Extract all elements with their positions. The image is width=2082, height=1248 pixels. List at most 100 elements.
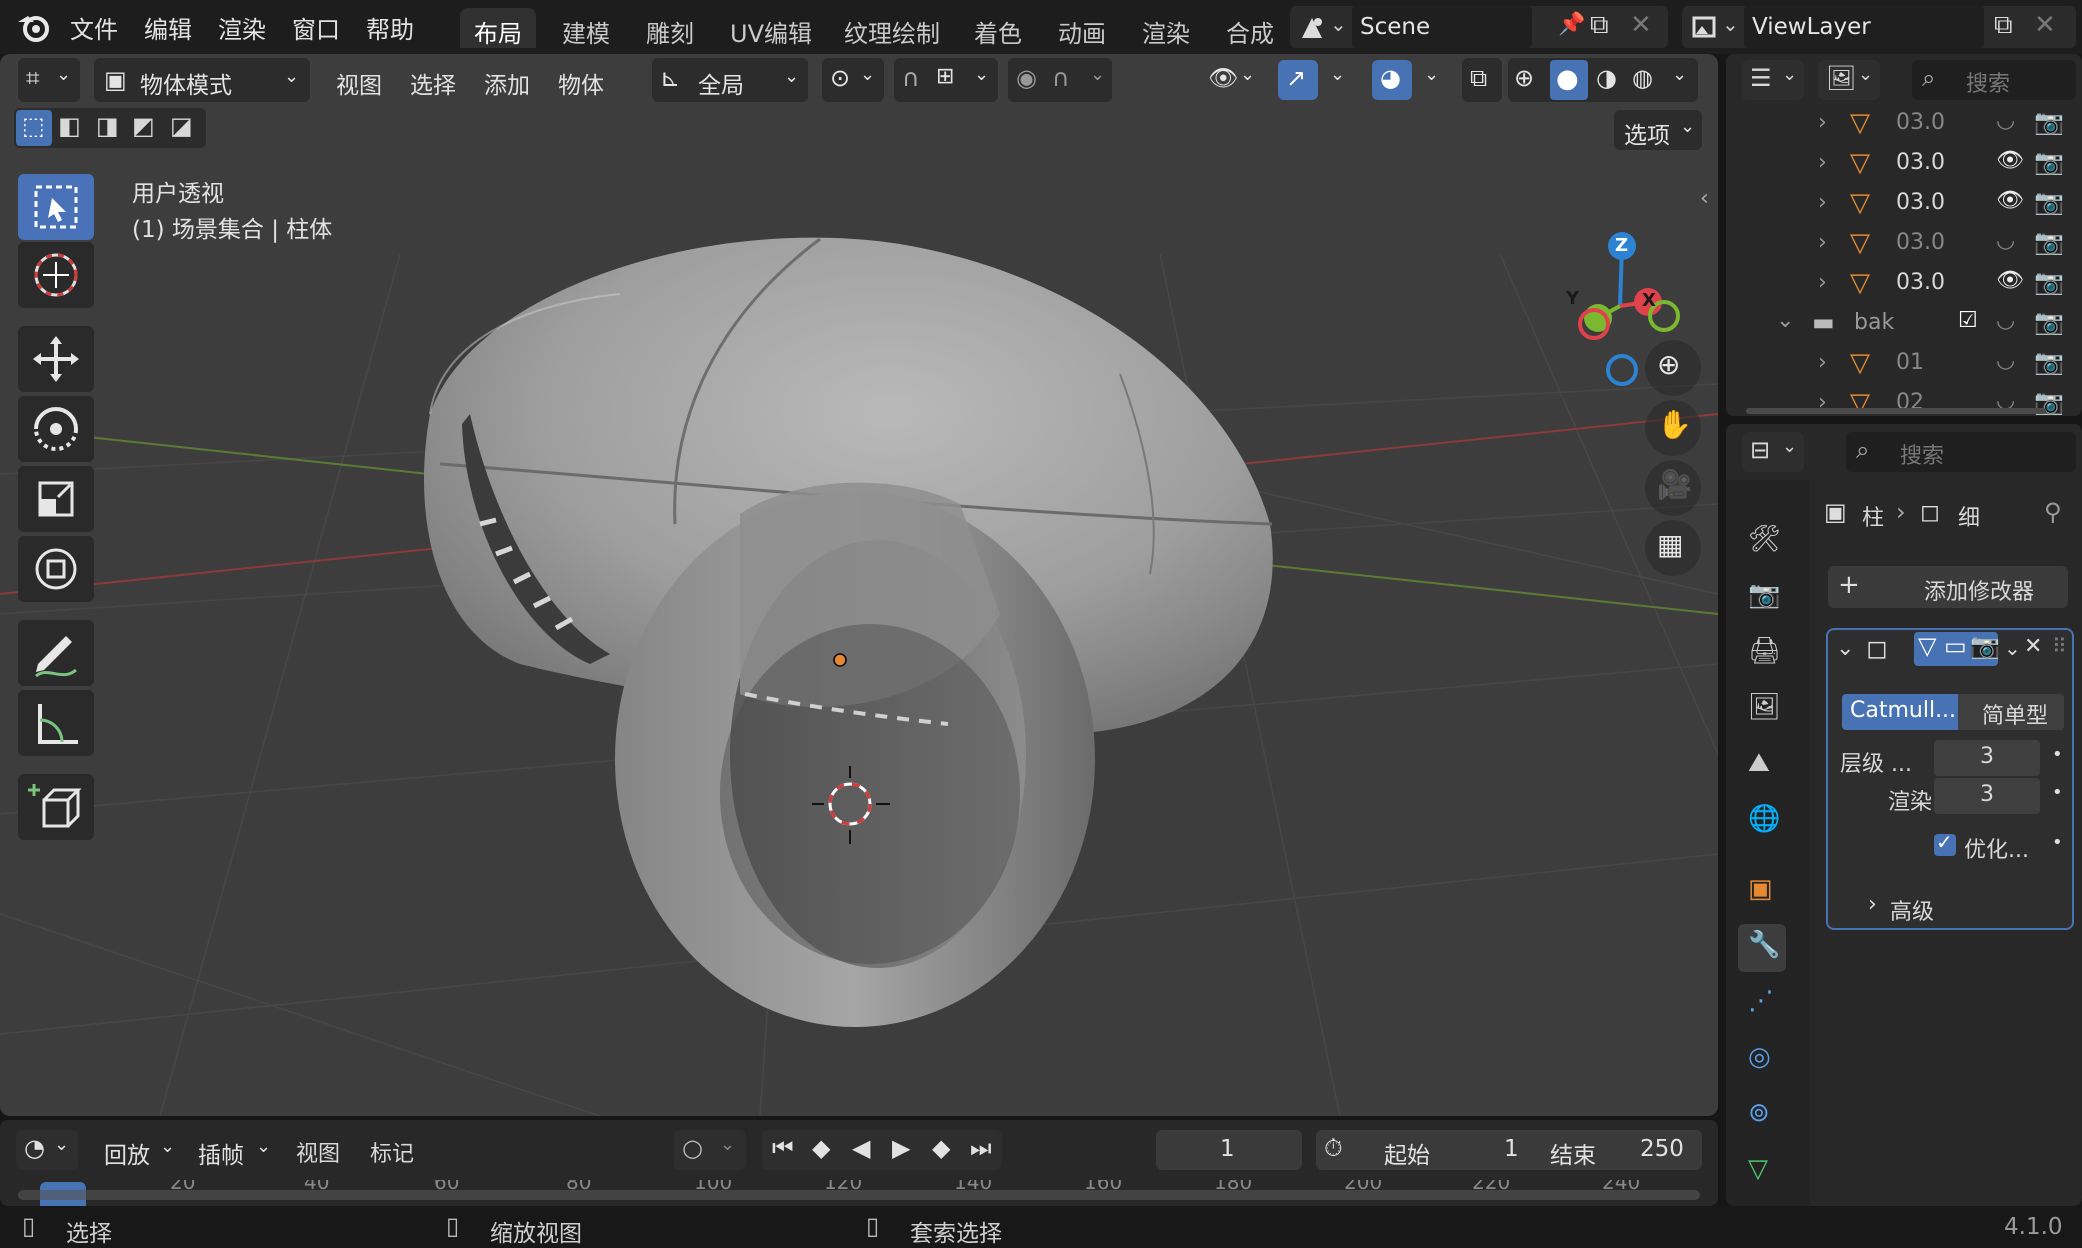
camera-icon[interactable]: 📷 (2034, 108, 2064, 136)
camera-icon[interactable]: 📷 (2034, 148, 2064, 176)
outliner-row[interactable]: › ▽ 03.0 👁 📷 (1726, 264, 2082, 304)
annotate-tool[interactable] (18, 620, 94, 686)
select-new-icon[interactable]: ⬚ (16, 110, 52, 146)
tab-compositing[interactable]: 合成 (1212, 8, 1288, 48)
pin-icon[interactable]: 📌 (1558, 12, 1585, 37)
timeline-scrollbar[interactable] (18, 1190, 1700, 1200)
constraints-tab-icon[interactable]: ⊚ (1738, 1092, 1786, 1140)
tab-rendering[interactable]: 渲染 (1128, 8, 1204, 48)
transform-tool[interactable] (18, 536, 94, 602)
tab-animation[interactable]: 动画 (1044, 8, 1120, 48)
select-invert-icon[interactable]: ◩ (132, 112, 155, 140)
object-tab-icon[interactable]: ▣ (1738, 868, 1786, 916)
eye-icon[interactable]: 👁 (1996, 188, 2024, 213)
current-frame-field[interactable]: 1 (1156, 1130, 1302, 1170)
viewlayer-name-field[interactable]: ViewLayer (1744, 6, 1984, 48)
gizmo-toggle-button[interactable]: ↗ ⌄ (1276, 58, 1360, 102)
tab-layout[interactable]: 布局 (460, 8, 536, 48)
menu-window[interactable]: 窗口 (292, 10, 340, 45)
modifier-toggles[interactable]: ▽ ▭ 📷 (1914, 632, 2000, 666)
chevron-right-icon[interactable]: › (1818, 270, 1827, 295)
tab-uv-editing[interactable]: UV编辑 (716, 8, 826, 48)
camera-icon[interactable]: 📷 (2034, 268, 2064, 296)
camera-icon[interactable]: 📷 (2034, 348, 2064, 376)
properties-search-input[interactable]: ⌕ 搜索 (1846, 432, 2076, 472)
particles-tab-icon[interactable]: ⋰ (1738, 980, 1786, 1028)
camera-icon[interactable]: 📷 (2034, 308, 2064, 336)
checkbox-checked-icon[interactable]: ☑ (1958, 308, 1978, 333)
camera-icon[interactable]: 📷 (2034, 188, 2064, 216)
chevron-down-icon[interactable]: ⌄ (1776, 308, 1794, 333)
outliner-scrollbar[interactable] (1746, 408, 2046, 414)
drag-handle-icon[interactable]: ⠿ (2052, 634, 2067, 658)
outliner-collection-row[interactable]: ⌄ ▬ bak ☑ ◡ 📷 (1726, 304, 2082, 344)
solid-shading-icon[interactable]: ● (1550, 60, 1588, 100)
tab-modeling[interactable]: 建模 (548, 8, 624, 48)
stopwatch-icon[interactable]: ⏱ (1324, 1134, 1343, 1162)
modifier-tab-icon[interactable]: 🔧 (1738, 924, 1786, 972)
close-icon[interactable]: ✕ (2024, 634, 2042, 659)
outliner-row[interactable]: › ▽ 03.0 👁 📷 (1726, 144, 2082, 184)
camera-view-icon[interactable]: 🎥 (1645, 460, 1701, 516)
mode-dropdown[interactable]: ▣ 物体模式 ⌄ (94, 58, 310, 102)
view-layer-tab-icon[interactable]: 🖼 (1738, 686, 1786, 734)
outliner-row[interactable]: › ▽ 03.0 ◡ 📷 (1726, 104, 2082, 144)
menu-edit[interactable]: 编辑 (144, 10, 192, 45)
add-cube-tool[interactable] (18, 774, 94, 840)
eye-closed-icon[interactable]: ◡ (1996, 108, 2015, 133)
editor-type-button[interactable]: ⌗ ⌄ (18, 58, 80, 102)
transform-orientation-dropdown[interactable]: ⊾ 全局 ⌄ (652, 58, 808, 102)
outliner-search-input[interactable]: ⌕ 搜索 (1912, 60, 2076, 100)
outliner-row[interactable]: › ▽ 03.0 👁 📷 (1726, 184, 2082, 224)
outliner-row[interactable]: › ▽ 01 ◡ 📷 (1726, 344, 2082, 384)
menu-add[interactable]: 添加 (484, 66, 530, 100)
menu-file[interactable]: 文件 (70, 10, 118, 45)
scene-tab-icon[interactable]: ⛰ (1738, 742, 1786, 790)
tab-shading[interactable]: 着色 (960, 8, 1036, 48)
realtime-icon[interactable]: ▭ (1944, 632, 1967, 660)
select-subtract-icon[interactable]: ◨ (96, 112, 119, 140)
render-levels-field[interactable]: 3 (1934, 778, 2040, 814)
properties-editor-type-button[interactable]: ⊟ ⌄ (1742, 432, 1804, 472)
simple-subdiv-button[interactable]: 简单型 (1958, 694, 2064, 730)
wireframe-shading-icon[interactable]: ⊕ (1514, 64, 1534, 92)
scene-name-field[interactable]: Scene (1352, 6, 1532, 48)
options-dropdown[interactable]: 选项 ⌄ (1614, 110, 1702, 150)
keying-menu[interactable]: 插帧 ⌄ (186, 1130, 276, 1170)
move-tool[interactable] (18, 326, 94, 392)
physics-tab-icon[interactable]: ◎ (1738, 1036, 1786, 1084)
blender-logo-icon[interactable] (14, 8, 54, 46)
rotate-tool[interactable] (18, 396, 94, 462)
outliner-row[interactable]: › ▽ 03.0 ◡ 📷 (1726, 224, 2082, 264)
render-icon[interactable]: 📷 (1970, 632, 2000, 660)
menu-render[interactable]: 渲染 (218, 10, 266, 45)
close-icon[interactable]: ✕ (2034, 10, 2056, 40)
keyframe-dot-icon[interactable]: • (2052, 832, 2063, 853)
select-extend-icon[interactable]: ◧ (58, 112, 81, 140)
levels-viewport-field[interactable]: 3 (1934, 740, 2040, 776)
select-box-tool[interactable] (18, 174, 94, 240)
select-intersect-icon[interactable]: ◪ (170, 112, 193, 140)
chevron-right-icon[interactable]: › (1818, 350, 1827, 375)
snap-button[interactable]: ∩ ⊞ ⌄ (894, 58, 998, 102)
rendered-shading-icon[interactable]: ◍ (1632, 64, 1653, 92)
xray-toggle-button[interactable]: ⧉ (1462, 58, 1502, 102)
chevron-right-icon[interactable]: › (1818, 230, 1827, 255)
start-frame-field[interactable]: 起始 1 (1364, 1130, 1532, 1170)
chevron-down-icon[interactable]: ⌄ (1836, 636, 1854, 661)
proportional-edit-button[interactable]: ◉ ∩ ⌄ (1008, 58, 1112, 102)
menu-object[interactable]: 物体 (558, 66, 604, 100)
advanced-subpanel-header[interactable]: › 高级 (1868, 892, 2018, 925)
menu-view[interactable]: 视图 (336, 66, 382, 100)
prev-keyframe-icon[interactable]: ◆ (812, 1134, 830, 1162)
play-icon[interactable]: ▶ (892, 1134, 910, 1162)
keyframe-dot-icon[interactable]: • (2052, 782, 2063, 803)
tab-sculpting[interactable]: 雕刻 (632, 8, 708, 48)
timeline-editor-type-button[interactable]: ◔ ⌄ (16, 1130, 78, 1170)
add-modifier-button[interactable]: + 添加修改器 (1828, 566, 2068, 608)
auto-keying-button[interactable]: ○ ⌄ (674, 1130, 746, 1170)
markers-menu[interactable]: 标记 (370, 1136, 414, 1168)
new-viewlayer-icon[interactable]: ⧉ (1994, 10, 2013, 41)
tool-tab-icon[interactable]: 🛠 (1738, 518, 1786, 566)
menu-select[interactable]: 选择 (410, 66, 456, 100)
